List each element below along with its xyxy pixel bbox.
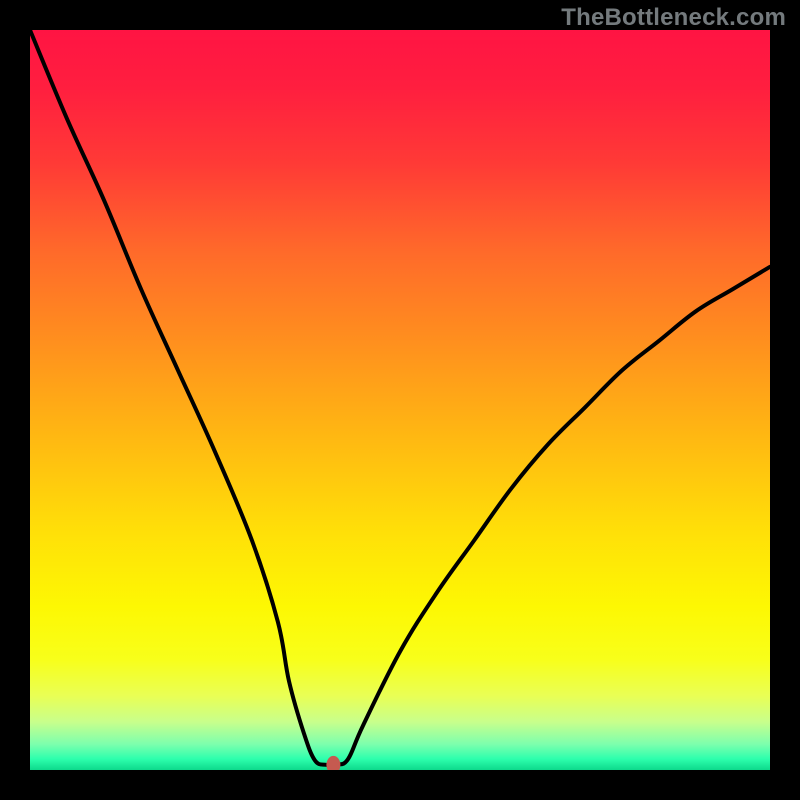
frame-bottom <box>0 770 800 800</box>
frame-right <box>770 0 800 800</box>
plot-background <box>30 30 770 770</box>
bottleneck-chart <box>0 0 800 800</box>
frame-left <box>0 0 30 800</box>
chart-container: TheBottleneck.com <box>0 0 800 800</box>
watermark-label: TheBottleneck.com <box>561 4 786 32</box>
